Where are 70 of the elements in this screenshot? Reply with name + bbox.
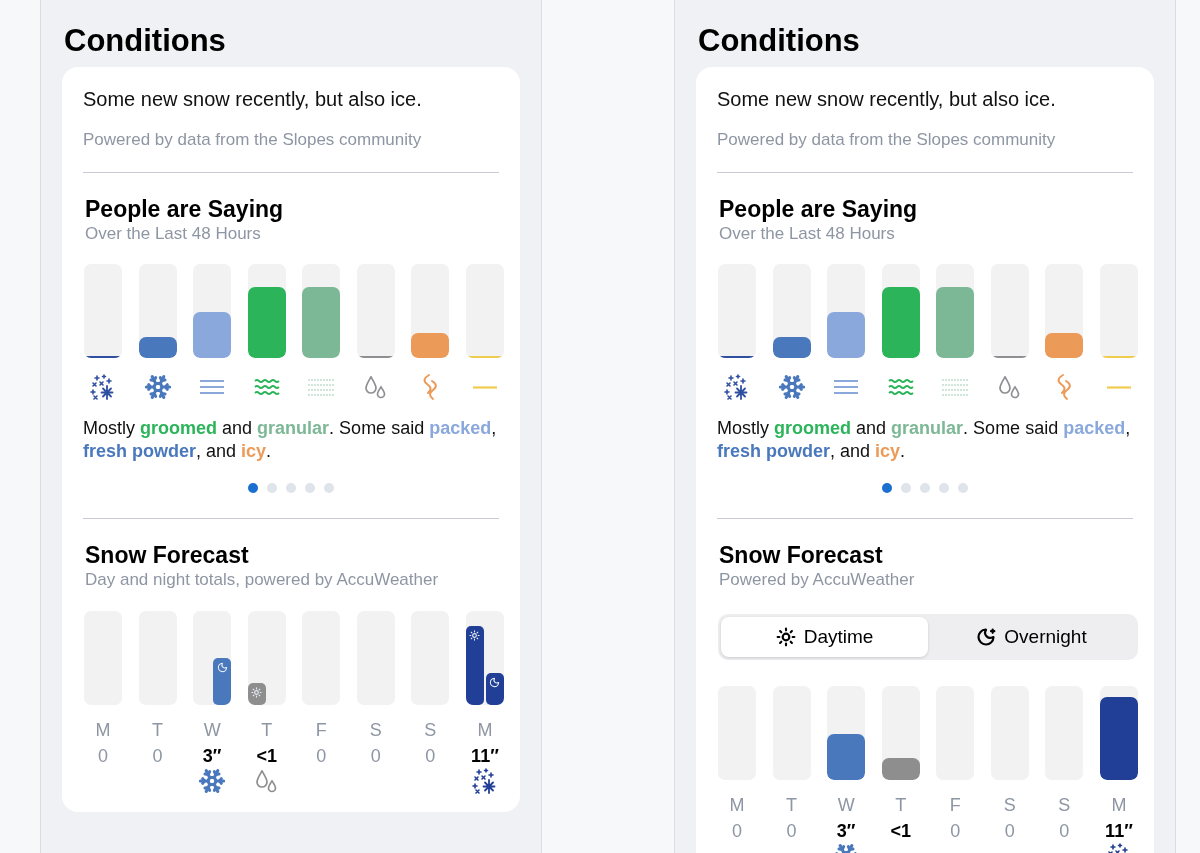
day-label: M	[477, 719, 493, 741]
data-source-note: Powered by data from the Slopes community	[83, 129, 423, 151]
droplets-icon	[365, 375, 387, 399]
page-dot[interactable]	[248, 483, 258, 493]
page-dot[interactable]	[882, 483, 892, 493]
page-dot[interactable]	[920, 483, 930, 493]
section-title: Snow Forecast	[719, 541, 884, 569]
data-source-note: Powered by data from the Slopes community	[717, 129, 1057, 151]
snow-amount: 3″	[202, 745, 222, 767]
snow-amount: 11″	[471, 745, 499, 767]
day-label: T	[261, 719, 273, 741]
day-label: T	[786, 794, 798, 816]
page-dot[interactable]	[324, 483, 334, 493]
conditions-description: Mostly groomed and granular. Some said packed, fresh powder, and icy.	[717, 417, 1132, 463]
snowflake-icon	[777, 373, 806, 401]
section-subtitle: Over the Last 48 Hours	[719, 223, 896, 245]
snow-amount: 0	[732, 820, 742, 842]
snow-amount: 3″	[836, 820, 856, 842]
section-title: People are Saying	[85, 195, 285, 223]
section-subtitle: Over the Last 48 Hours	[85, 223, 262, 245]
droplets-icon	[256, 769, 278, 793]
snow-amount: 0	[1004, 820, 1015, 842]
short-line-icon	[472, 385, 497, 389]
section-subtitle: Powered by AccuWeather	[719, 569, 916, 591]
page-dot[interactable]	[958, 483, 968, 493]
day-label: W	[203, 719, 221, 741]
day-label: M	[95, 719, 111, 741]
day-label: M	[729, 794, 745, 816]
section-title: People are Saying	[719, 195, 919, 223]
day-label: W	[837, 794, 855, 816]
page-dot[interactable]	[286, 483, 296, 493]
conditions-summary: Some new snow recently, but also ice.	[83, 87, 423, 112]
sun-icon	[775, 627, 796, 647]
conditions-summary: Some new snow recently, but also ice.	[717, 87, 1057, 112]
page-dot[interactable]	[305, 483, 315, 493]
day-label: S	[369, 719, 382, 741]
day-label: T	[152, 719, 164, 741]
toggle-segment[interactable]: Overnight	[928, 617, 1135, 657]
section-title: Snow Forecast	[85, 541, 250, 569]
day-label: F	[315, 719, 327, 741]
page-dot[interactable]	[901, 483, 911, 493]
snow-amount: 0	[425, 745, 436, 767]
droplets-icon	[999, 375, 1021, 399]
snow-amount: 0	[786, 820, 797, 842]
day-label: S	[424, 719, 437, 741]
snow-amount: <1	[256, 745, 277, 767]
conditions-description: Mostly groomed and granular. Some said packed, fresh powder, and icy.	[83, 417, 498, 463]
snowflake-icon	[143, 373, 172, 401]
day-label: M	[1111, 794, 1127, 816]
snow-amount: 11″	[1105, 820, 1133, 842]
snowflake-icon	[198, 767, 227, 795]
snow-amount: 0	[950, 820, 961, 842]
day-label: S	[1003, 794, 1016, 816]
moon-icon	[976, 627, 997, 647]
day-label: F	[949, 794, 961, 816]
short-line-icon	[1106, 385, 1131, 389]
snow-amount: <1	[890, 820, 911, 842]
section-subtitle: Day and night totals, powered by AccuWeather	[85, 569, 440, 591]
snow-amount: 0	[98, 745, 108, 767]
day-label: S	[1058, 794, 1071, 816]
toggle-segment[interactable]: Daytime	[721, 617, 928, 657]
section-heading: Conditions	[64, 22, 227, 60]
page-dot[interactable]	[267, 483, 277, 493]
snow-amount: 0	[316, 745, 327, 767]
section-heading: Conditions	[698, 22, 861, 60]
page-dot[interactable]	[939, 483, 949, 493]
snow-amount: 0	[370, 745, 381, 767]
snow-amount: 0	[1059, 820, 1070, 842]
snow-amount: 0	[152, 745, 163, 767]
day-label: T	[895, 794, 907, 816]
